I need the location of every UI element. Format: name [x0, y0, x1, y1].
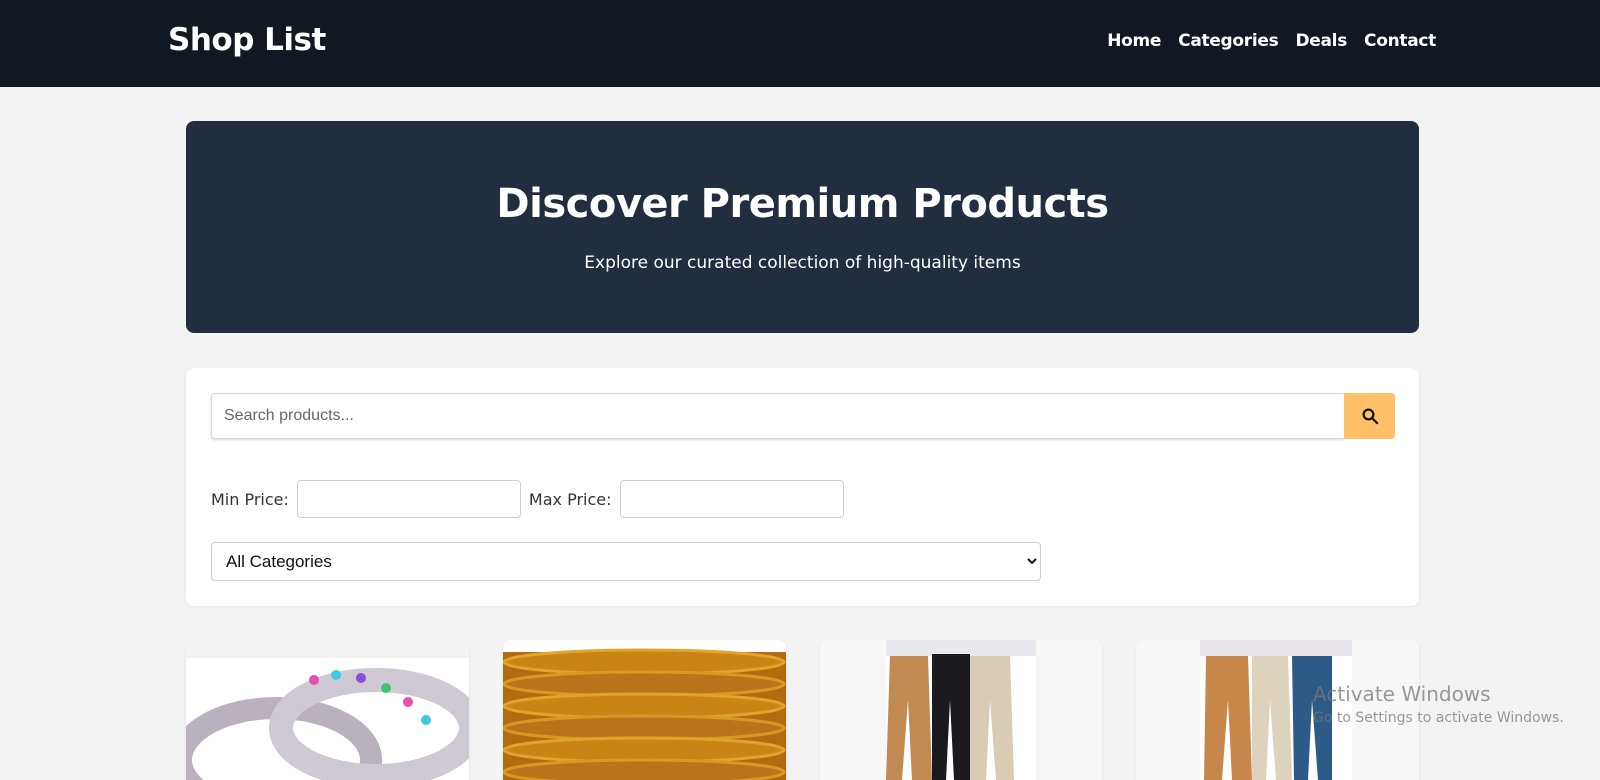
nav-categories[interactable]: Categories: [1178, 31, 1279, 51]
price-range: Min Price: Max Price:: [211, 480, 844, 518]
activation-watermark: Activate Windows Go to Settings to activ…: [1313, 682, 1564, 726]
min-price-input[interactable]: [296, 480, 521, 518]
crystal-bangles-image: [186, 640, 469, 780]
product-card[interactable]: [819, 640, 1103, 780]
search-button[interactable]: [1344, 393, 1395, 439]
nav-home[interactable]: Home: [1107, 31, 1161, 51]
watermark-title: Activate Windows: [1313, 682, 1491, 706]
brand-logo[interactable]: Shop List: [168, 22, 326, 58]
search-bar: [211, 393, 1395, 439]
product-grid: [186, 640, 1419, 780]
category-select[interactable]: All Categories: [211, 542, 1041, 581]
search-icon: [1362, 408, 1378, 425]
max-price-input[interactable]: [619, 480, 844, 518]
top-navbar: Shop List Home Categories Deals Contact: [0, 0, 1600, 87]
product-card[interactable]: [502, 640, 786, 780]
filter-panel: Min Price: Max Price: All Categories: [186, 368, 1419, 606]
chino-trousers-image: [819, 640, 1103, 780]
search-input[interactable]: [211, 393, 1344, 439]
watermark-subtitle: Go to Settings to activate Windows.: [1313, 710, 1564, 726]
hero-title: Discover Premium Products: [496, 181, 1109, 227]
gold-bangles-image: [502, 640, 786, 780]
main-nav: Home Categories Deals Contact: [1107, 31, 1436, 51]
hero-banner: Discover Premium Products Explore our cu…: [186, 121, 1419, 333]
hero-subtitle: Explore our curated collection of high-q…: [584, 253, 1021, 273]
nav-deals[interactable]: Deals: [1295, 31, 1347, 51]
nav-contact[interactable]: Contact: [1364, 31, 1436, 51]
max-price-label: Max Price:: [528, 489, 612, 509]
min-price-label: Min Price:: [211, 489, 289, 509]
product-card[interactable]: [186, 640, 469, 780]
